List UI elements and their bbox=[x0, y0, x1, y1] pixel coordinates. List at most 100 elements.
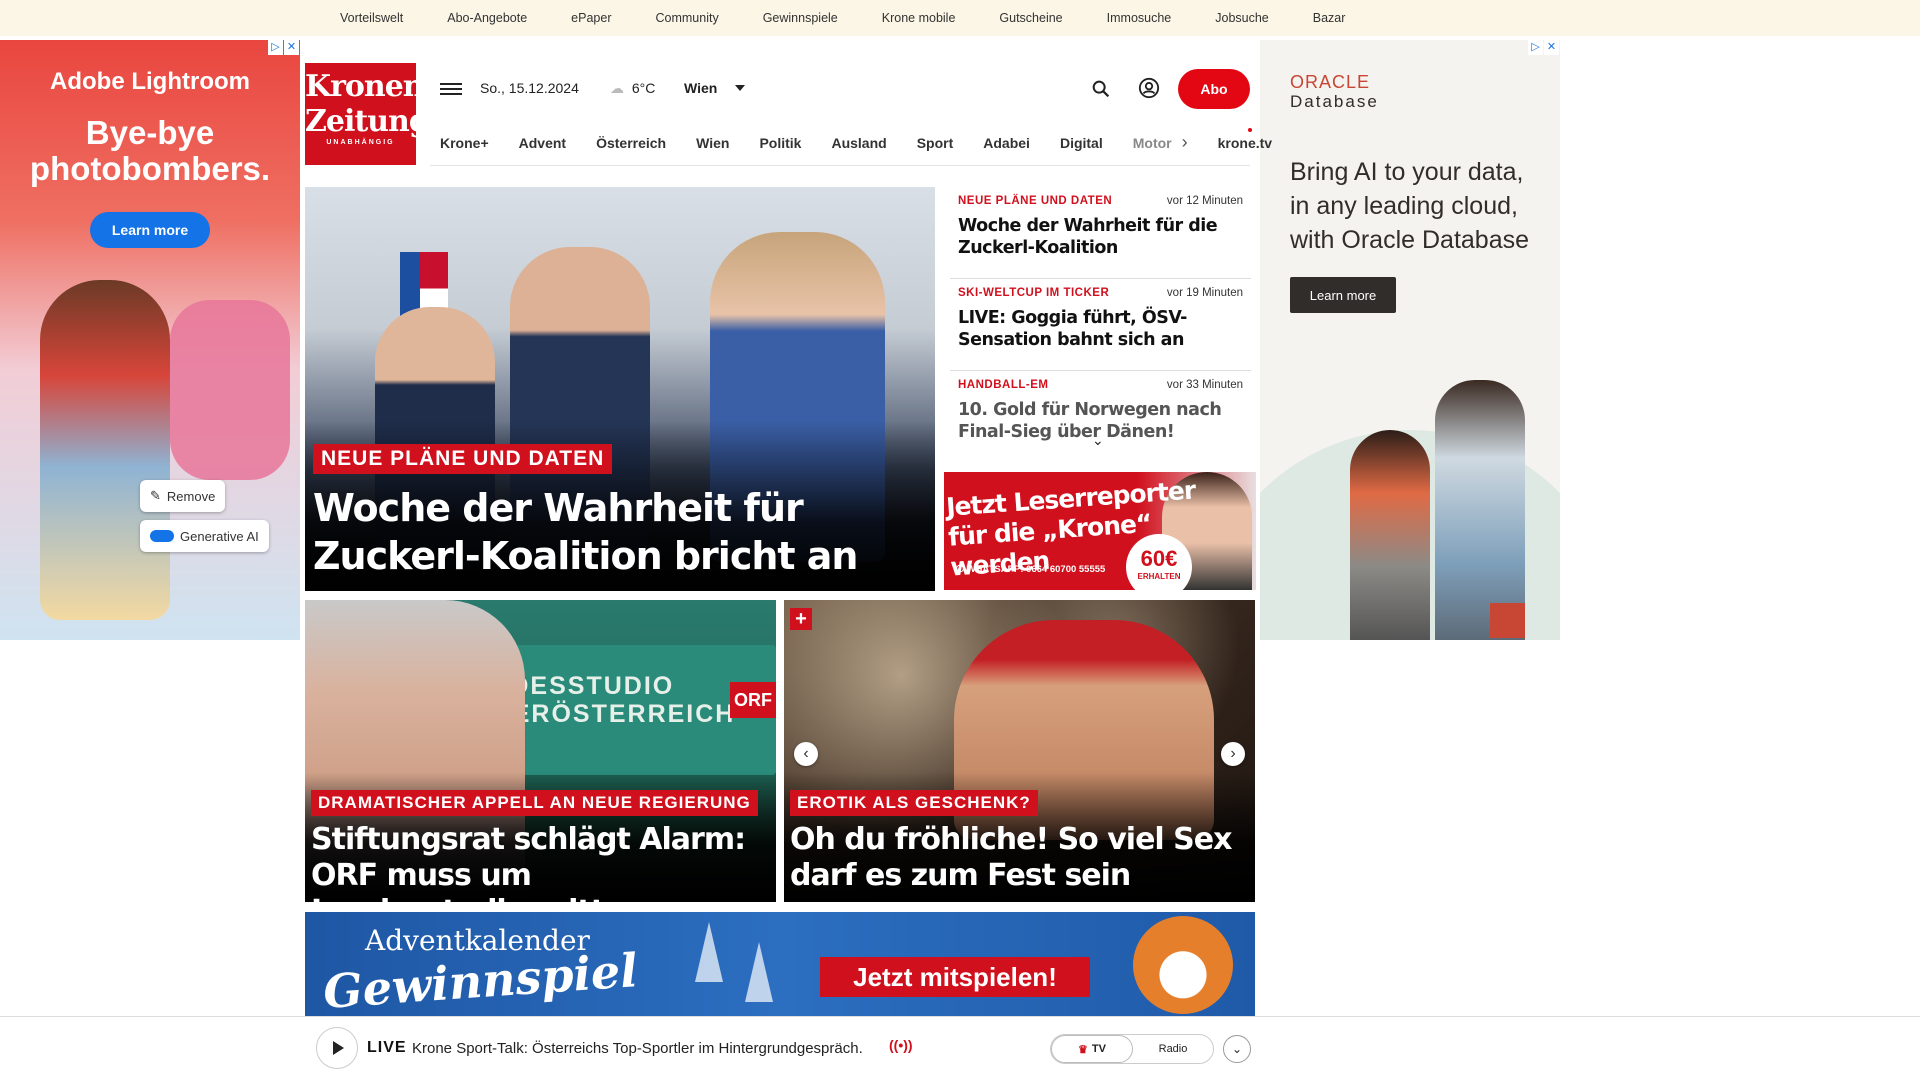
mitspielen-button[interactable]: Jetzt mitspielen! bbox=[820, 957, 1090, 997]
ad-remove-chip: ✎ Remove bbox=[140, 480, 226, 512]
close-icon[interactable]: ✕ bbox=[284, 40, 299, 55]
topbar-link-gutscheine[interactable]: Gutscheine bbox=[999, 11, 1062, 25]
topbar-link-krone-mobile[interactable]: Krone mobile bbox=[882, 11, 956, 25]
toggle-icon bbox=[150, 530, 174, 542]
topbar-link-vorteilswelt[interactable]: Vorteilswelt bbox=[340, 11, 403, 25]
city-selector[interactable]: Wien bbox=[684, 80, 717, 96]
fox-mascot bbox=[1133, 916, 1233, 1014]
ad-learn-more-button[interactable]: Learn more bbox=[90, 212, 210, 248]
weather-widget[interactable]: ☁ 6°C bbox=[610, 80, 655, 97]
nav-item-politik[interactable]: Politik bbox=[759, 135, 801, 151]
ad-adobe-lightroom[interactable]: Adobe Lightroom Bye-bye photobombers. Le… bbox=[0, 40, 300, 640]
ad-remove-label: Remove bbox=[166, 488, 216, 504]
play-icon bbox=[333, 1041, 344, 1055]
topbar-link-abo-angebote[interactable]: Abo-Angebote bbox=[447, 11, 527, 25]
chevron-down-icon[interactable]: ⌄ bbox=[1092, 432, 1106, 448]
topbar-link-bazar[interactable]: Bazar bbox=[1313, 11, 1346, 25]
ticker-item[interactable]: SKI-WELTCUP IM TICKER vor 19 Minuten LIVE… bbox=[950, 279, 1251, 371]
ticker-item[interactable]: NEUE PLÄNE UND DATEN vor 12 Minuten Woche… bbox=[950, 187, 1251, 279]
current-date: So., 15.12.2024 bbox=[480, 80, 579, 96]
tv-option[interactable]: ♛ TV bbox=[1051, 1035, 1133, 1063]
radio-option[interactable]: Radio bbox=[1133, 1035, 1213, 1063]
carousel-next-icon[interactable]: › bbox=[1221, 742, 1245, 766]
nav-item-motor[interactable]: Motor bbox=[1133, 135, 1172, 151]
tv-radio-toggle[interactable]: ♛ TV Radio bbox=[1050, 1034, 1214, 1064]
adchoices-icon[interactable]: ▷ bbox=[268, 40, 283, 55]
nav-item-krone-tv[interactable]: krone.tv bbox=[1218, 135, 1272, 151]
card-title[interactable]: Stiftungsrat schlägt Alarm: ORF muss um … bbox=[311, 822, 771, 902]
krone-plus-badge: + bbox=[790, 608, 812, 630]
nav-item-wien[interactable]: Wien bbox=[696, 135, 729, 151]
eraser-icon: ✎ bbox=[150, 488, 161, 503]
live-dot-icon bbox=[1248, 128, 1252, 132]
tv-label: TV bbox=[1091, 1043, 1106, 1055]
news-ticker: NEUE PLÄNE UND DATEN vor 12 Minuten Woche… bbox=[950, 187, 1251, 442]
chevron-right-icon[interactable]: › bbox=[1182, 132, 1188, 153]
search-icon[interactable] bbox=[1090, 78, 1112, 100]
live-title[interactable]: Krone Sport-Talk: Österreichs Top-Sportl… bbox=[412, 1040, 863, 1057]
logo-tagline: UNABHÄNGIG bbox=[326, 139, 395, 146]
nav-item-advent[interactable]: Advent bbox=[519, 135, 566, 151]
ticker-time: vor 19 Minuten bbox=[1166, 287, 1243, 299]
main-navigation: Krone+ Advent Österreich Wien Politik Au… bbox=[430, 120, 1272, 166]
ad-photo-girl bbox=[40, 280, 170, 620]
radio-label: Radio bbox=[1158, 1043, 1188, 1055]
nav-item-sport[interactable]: Sport bbox=[917, 135, 954, 151]
reward-sub: ERHALTEN bbox=[1137, 572, 1181, 581]
cloud-icon: ☁ bbox=[610, 80, 624, 96]
nav-item-digital[interactable]: Digital bbox=[1060, 135, 1103, 151]
whatsapp-number: ✆ WHATSAPP: 0664 60700 55555 bbox=[956, 564, 1105, 575]
play-button[interactable] bbox=[316, 1027, 358, 1069]
adventkalender-banner[interactable]: Adventkalender Gewinnspiel Jetzt mitspie… bbox=[305, 912, 1255, 1016]
live-player-bar: LIVE Krone Sport-Talk: Österreichs Top-S… bbox=[0, 1016, 1920, 1080]
ticker-title[interactable]: LIVE: Goggia führt, ÖSV-Sensation bahnt … bbox=[958, 307, 1243, 351]
ticker-title[interactable]: Woche der Wahrheit für die Zuckerl-Koali… bbox=[958, 215, 1243, 259]
kronen-zeitung-logo[interactable]: Kronen Zeitung UNABHÄNGIG bbox=[305, 63, 430, 165]
hero-title[interactable]: Woche der Wahrheit für Zuckerl-Koalition… bbox=[313, 484, 913, 580]
ticker-time: vor 12 Minuten bbox=[1166, 195, 1243, 207]
ticker-category: SKI-WELTCUP IM TICKER bbox=[958, 287, 1110, 299]
leserreporter-banner[interactable]: Jetzt Leserreporter für die „Krone“ werd… bbox=[944, 472, 1256, 590]
live-label: LIVE bbox=[367, 1039, 407, 1056]
tree-decoration bbox=[745, 942, 773, 1002]
top-utility-bar: Vorteilswelt Abo-Angebote ePaper Communi… bbox=[0, 0, 1920, 36]
nav-item-krone-plus[interactable]: Krone+ bbox=[440, 135, 489, 151]
topbar-link-jobsuche[interactable]: Jobsuche bbox=[1215, 11, 1269, 25]
nav-item-adabei[interactable]: Adabei bbox=[983, 135, 1030, 151]
abo-button[interactable]: Abo bbox=[1178, 69, 1250, 109]
ad-headline: Bye-bye photobombers. bbox=[29, 114, 271, 187]
tree-decoration bbox=[695, 922, 723, 982]
card-title[interactable]: Oh du fröhliche! So viel Sex darf es zum… bbox=[790, 822, 1250, 894]
ad-oracle-database[interactable]: ORACLE Database Bring AI to your data, i… bbox=[1260, 40, 1560, 640]
ad-photo-woman bbox=[1350, 430, 1430, 640]
user-account-icon[interactable] bbox=[1138, 77, 1160, 99]
adchoices-icon[interactable]: ▷ bbox=[1528, 40, 1543, 55]
ad-photo-man bbox=[1435, 380, 1525, 640]
article-card-erotik[interactable]: + ‹ › EROTIK ALS GESCHENK? Oh du fröhlic… bbox=[784, 600, 1255, 902]
ticker-time: vor 33 Minuten bbox=[1166, 379, 1243, 391]
logo-line2: Zeitung bbox=[305, 104, 430, 139]
temperature: 6°C bbox=[631, 80, 656, 96]
ticker-category: NEUE PLÄNE UND DATEN bbox=[958, 195, 1113, 207]
topbar-link-gewinnspiele[interactable]: Gewinnspiele bbox=[763, 11, 838, 25]
ad-logo-sub: Database bbox=[1290, 92, 1379, 111]
chevron-down-icon[interactable]: ⌄ bbox=[1223, 1035, 1251, 1063]
topbar-link-community[interactable]: Community bbox=[655, 11, 718, 25]
topbar-link-epaper[interactable]: ePaper bbox=[571, 11, 611, 25]
hero-article[interactable]: NEUE PLÄNE UND DATEN Woche der Wahrheit … bbox=[305, 187, 935, 591]
hero-kicker: NEUE PLÄNE UND DATEN bbox=[313, 444, 613, 474]
carousel-prev-icon[interactable]: ‹ bbox=[794, 742, 818, 766]
article-card-orf[interactable]: LANDESSTUDIO NIEDERÖSTERREICH ORF DRAMAT… bbox=[305, 600, 776, 902]
topbar-link-immosuche[interactable]: Immosuche bbox=[1107, 11, 1172, 25]
logo-line1: Kronen bbox=[305, 69, 425, 104]
chevron-down-icon[interactable] bbox=[735, 85, 745, 91]
broadcast-icon: ((•)) bbox=[889, 1037, 913, 1053]
nav-item-oesterreich[interactable]: Österreich bbox=[596, 135, 666, 151]
nav-item-ausland[interactable]: Ausland bbox=[831, 135, 886, 151]
close-icon[interactable]: ✕ bbox=[1544, 40, 1559, 55]
ad-learn-more-button[interactable]: Learn more bbox=[1290, 277, 1396, 313]
ad-text: Bring AI to your data, in any leading cl… bbox=[1290, 158, 1530, 254]
hamburger-menu-icon[interactable] bbox=[440, 80, 462, 98]
ad-generative-ai-chip: Generative AI bbox=[140, 520, 269, 552]
orf-logo: ORF bbox=[730, 682, 776, 718]
